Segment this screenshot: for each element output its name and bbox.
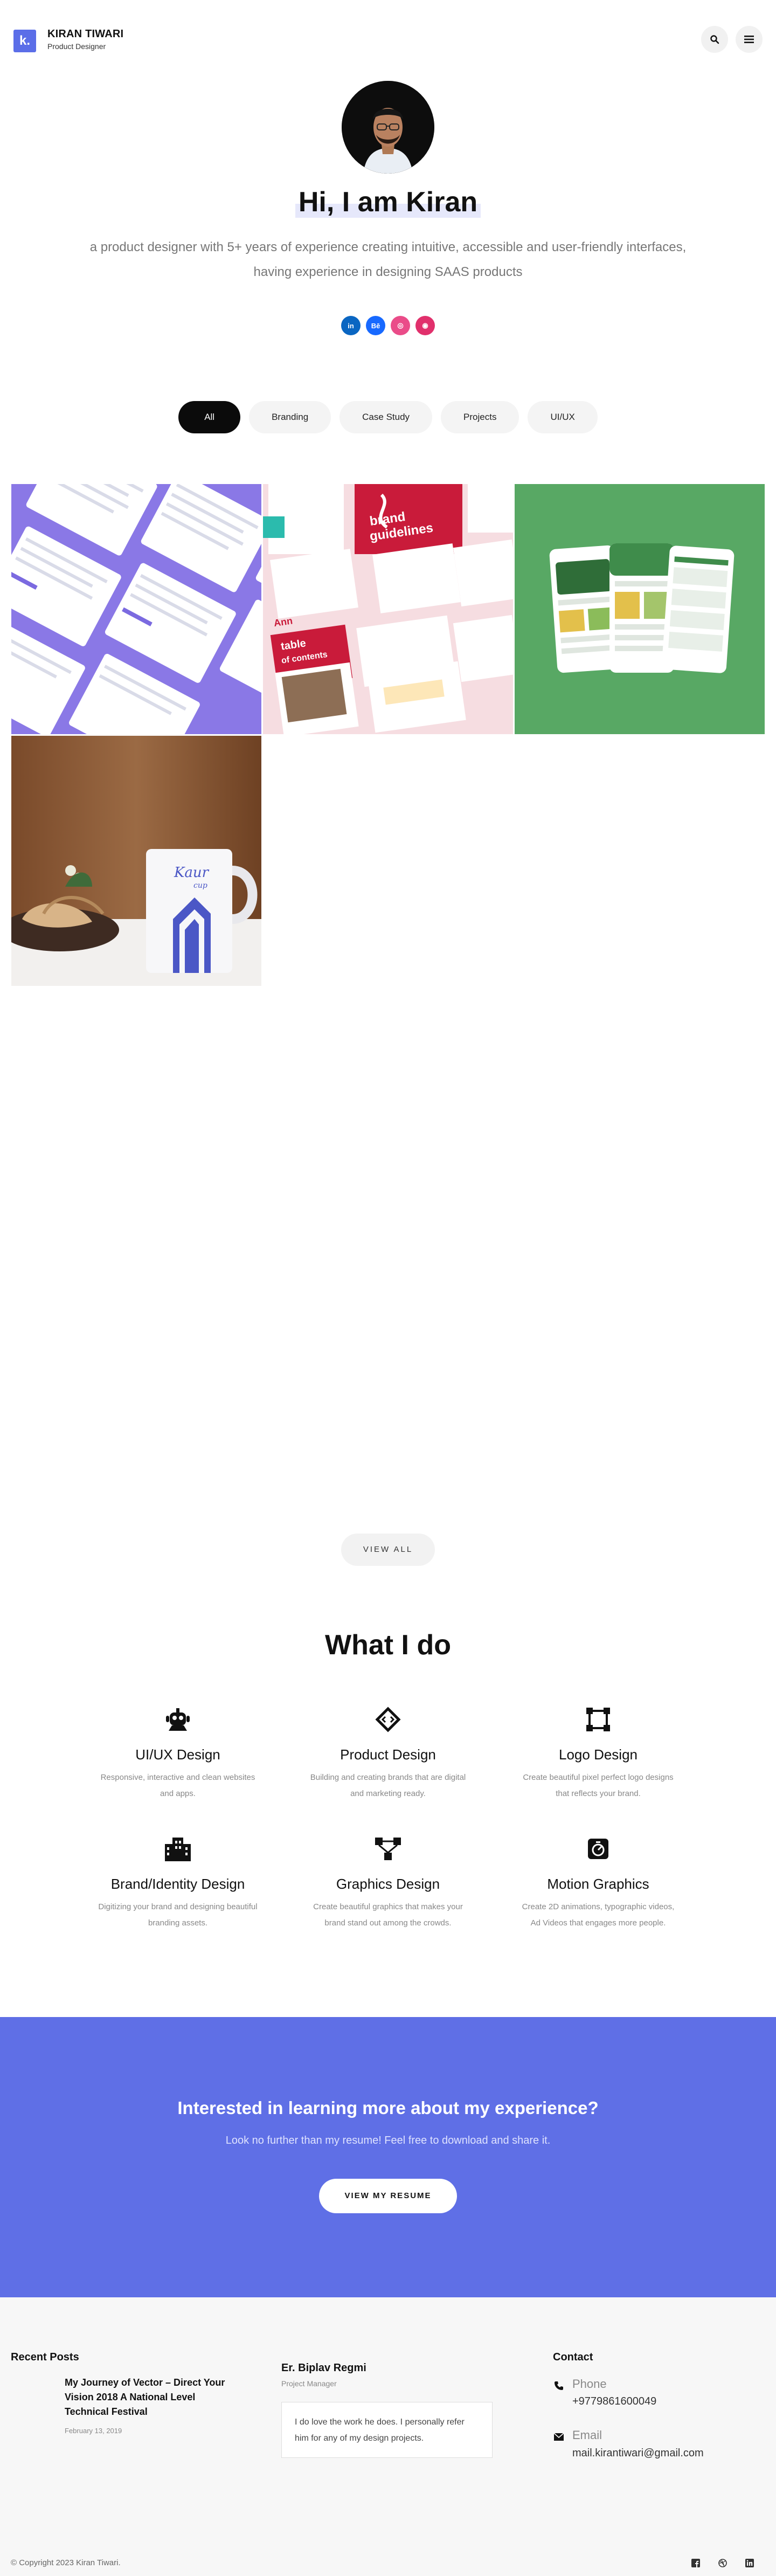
- portfolio-item-brand-guidelines[interactable]: brand guidelines table of contents Ann: [263, 484, 513, 734]
- email-label: Email: [572, 2428, 602, 2442]
- cta-title: Interested in learning more about my exp…: [177, 2098, 599, 2118]
- facebook-icon[interactable]: [690, 2557, 702, 2569]
- filter-branding[interactable]: Branding: [249, 401, 331, 433]
- copyright: © Copyright 2023 Kiran Tiwari.: [11, 2558, 121, 2567]
- post-thumbnail: [11, 2378, 54, 2421]
- what-i-do-title: What I do: [325, 1629, 451, 1661]
- hero-title-text: Hi, I am Kiran: [295, 187, 481, 218]
- service-desc: Digitizing your brand and designing beau…: [98, 1902, 258, 1928]
- resume-cta: Interested in learning more about my exp…: [0, 2017, 776, 2297]
- email-value[interactable]: mail.kirantiwari@gmail.com: [572, 2447, 704, 2460]
- linkedin-icon[interactable]: in: [341, 316, 361, 335]
- testimonial-name: Er. Biplav Regmi: [281, 2362, 366, 2374]
- instagram-icon[interactable]: ◉: [415, 316, 435, 335]
- hero-title: Hi, I am Kiran: [0, 186, 776, 218]
- service-title: Product Design: [340, 1746, 436, 1763]
- service-desc: Building and creating brands that are di…: [310, 1773, 466, 1798]
- phone-icon: [553, 2380, 565, 2392]
- portfolio-item-dashboard[interactable]: [11, 484, 261, 734]
- service-title: Brand/Identity Design: [110, 1876, 245, 1892]
- motion-icon: [517, 1833, 679, 1865]
- cta-subtitle: Look no further than my resume! Feel fre…: [225, 2135, 551, 2146]
- diamond-code-icon: [307, 1703, 469, 1736]
- mug-sub: cup: [193, 881, 207, 890]
- search-button[interactable]: [701, 26, 728, 53]
- filter-case-study[interactable]: Case Study: [340, 401, 433, 433]
- service-title: Motion Graphics: [547, 1876, 649, 1892]
- service-motion-graphics: Motion Graphics Create 2D animations, ty…: [517, 1833, 679, 1931]
- service-desc: Create beautiful graphics that makes you…: [313, 1902, 463, 1928]
- service-product-design: Product Design Building and creating bra…: [307, 1703, 469, 1802]
- phone-label: Phone: [572, 2377, 607, 2391]
- service-desc: Responsive, interactive and clean websit…: [100, 1773, 255, 1798]
- vector-square-icon: [517, 1703, 679, 1736]
- service-title: UI/UX Design: [135, 1746, 220, 1763]
- testimonial-role: Project Manager: [281, 2379, 337, 2388]
- filter-all[interactable]: All: [178, 401, 241, 433]
- mug-script: Kaur: [174, 865, 210, 881]
- post-date: February 13, 2019: [65, 2427, 122, 2435]
- phone-value[interactable]: +9779861600049: [572, 2395, 656, 2408]
- service-title: Graphics Design: [336, 1876, 440, 1892]
- behance-icon[interactable]: Bē: [366, 316, 385, 335]
- hamburger-icon: [744, 36, 754, 43]
- nodes-icon: [307, 1833, 469, 1865]
- brand-role: Product Designer: [47, 42, 106, 51]
- service-desc: Create 2D animations, typographic videos…: [522, 1902, 675, 1928]
- service-ui-ux: UI/UX Design Responsive, interactive and…: [97, 1703, 259, 1802]
- hero-description: a product designer with 5+ years of expe…: [89, 240, 687, 279]
- service-desc: Create beautiful pixel perfect logo desi…: [523, 1773, 674, 1798]
- post-title[interactable]: My Journey of Vector – Direct Your Visio…: [65, 2375, 226, 2419]
- view-all-button[interactable]: VIEW ALL: [341, 1534, 435, 1566]
- service-title: Logo Design: [559, 1746, 638, 1763]
- menu-button[interactable]: [736, 26, 763, 53]
- recent-posts-title: Recent Posts: [11, 2351, 79, 2363]
- linkedin-footer-icon[interactable]: [744, 2557, 756, 2569]
- service-brand-identity: Brand/Identity Design Digitizing your br…: [97, 1833, 259, 1931]
- brand-name[interactable]: KIRAN TIWARI: [47, 28, 123, 40]
- social-links: in Bē ◎ ◉: [0, 316, 776, 335]
- view-resume-button[interactable]: VIEW MY RESUME: [319, 2179, 457, 2213]
- service-logo-design: Logo Design Create beautiful pixel perfe…: [517, 1703, 679, 1802]
- avatar: [342, 81, 434, 174]
- email-icon: [553, 2431, 565, 2443]
- dribbble-footer-icon[interactable]: [717, 2557, 729, 2569]
- testimonial-quote: I do love the work he does. I personally…: [281, 2402, 493, 2458]
- building-icon: [97, 1833, 259, 1865]
- filter-ui-ux[interactable]: UI/UX: [528, 401, 598, 433]
- logo[interactable]: k.: [13, 30, 36, 52]
- bot-icon: [97, 1703, 259, 1736]
- contact-title: Contact: [553, 2351, 593, 2363]
- portfolio-item-mug-mockup[interactable]: Kaur cup: [11, 736, 261, 986]
- search-icon: [710, 35, 719, 44]
- site-header: k. KIRAN TIWARI Product Designer: [0, 0, 776, 75]
- filter-projects[interactable]: Projects: [441, 401, 519, 433]
- service-graphics-design: Graphics Design Create beautiful graphic…: [307, 1833, 469, 1931]
- portfolio-filters: All Branding Case Study Projects UI/UX: [0, 401, 776, 433]
- site-footer: Recent Posts My Journey of Vector – Dire…: [0, 2297, 776, 2576]
- dribbble-icon[interactable]: ◎: [391, 316, 410, 335]
- portfolio-item-mobile-app[interactable]: [515, 484, 765, 734]
